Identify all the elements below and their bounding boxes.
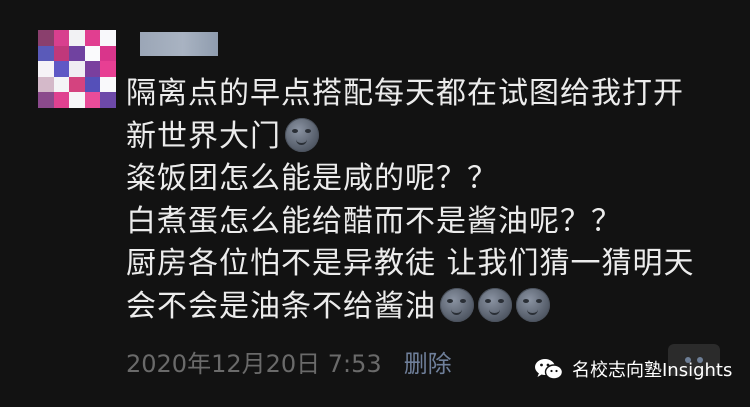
post-content: 隔离点的早点搭配每天都在试图给我打开 新世界大门 粢饭团怎么能是咸的呢？？ 白煮… [126,73,726,328]
avatar-pixel [84,45,101,62]
post-line: 隔离点的早点搭配每天都在试图给我打开 [126,73,726,116]
avatar-pixel [100,45,116,62]
avatar-pixel [84,92,101,108]
post-line-text: 厨房各位怕不是异教徒 让我们猜一猜明天 [126,246,695,281]
avatar-pixel [53,76,70,93]
new-moon-face-icon [478,287,512,322]
post-line-text: 新世界大门 [126,118,281,154]
avatar-pixel [84,30,101,46]
avatar-pixel [100,92,116,108]
post-line: 新世界大门 [126,116,726,159]
post-line-text: 隔离点的早点搭配每天都在试图给我打开 [126,76,684,111]
avatar-pixel [53,92,70,108]
post-line-text: 白煮蛋怎么能给醋而不是酱油呢？？ [126,203,622,239]
post-line-text: 会不会是油条不给酱油 [126,288,436,324]
avatar-pixel [38,92,54,108]
avatar-pixel [38,76,54,93]
new-moon-face-icon [285,117,319,152]
new-moon-face-icon [516,287,550,322]
post-line: 会不会是油条不给酱油 [126,286,726,329]
post-line: 白煮蛋怎么能给醋而不是酱油呢？？ [126,201,726,244]
avatar-pixel [69,45,85,62]
post-footer: 2020年12月20日 7:53 删除 [126,344,452,379]
username-blurred[interactable] [140,32,218,56]
avatar-pixel [100,61,116,77]
watermark: 名校志向塾Insights [534,356,732,382]
avatar-pixel [100,30,116,46]
avatar-pixel [84,61,101,77]
post-line: 厨房各位怕不是异教徒 让我们猜一猜明天 [126,243,726,286]
avatar-pixel [100,76,116,93]
avatar-pixel [69,76,85,93]
watermark-text: 名校志向塾Insights [572,360,733,381]
avatar-pixel [53,61,70,77]
avatar-pixel [38,30,54,46]
avatar-pixel [38,61,54,77]
avatar-pixel [84,76,101,93]
wechat-icon [535,359,564,380]
moments-post: 隔离点的早点搭配每天都在试图给我打开 新世界大门 粢饭团怎么能是咸的呢？？ 白煮… [0,0,750,407]
post-line-text: 粢饭团怎么能是咸的呢？？ [126,161,498,196]
avatar-pixel [69,61,85,77]
avatar-pixel [38,45,54,62]
avatar-pixel [69,30,85,46]
avatar[interactable] [38,30,116,108]
avatar-pixel [53,45,70,62]
post-timestamp: 2020年12月20日 7:53 [126,350,382,378]
new-moon-face-icon [440,287,474,322]
avatar-pixel [69,92,85,108]
post-line: 粢饭团怎么能是咸的呢？？ [126,158,726,201]
avatar-pixel [53,30,70,46]
delete-link[interactable]: 删除 [404,350,452,378]
